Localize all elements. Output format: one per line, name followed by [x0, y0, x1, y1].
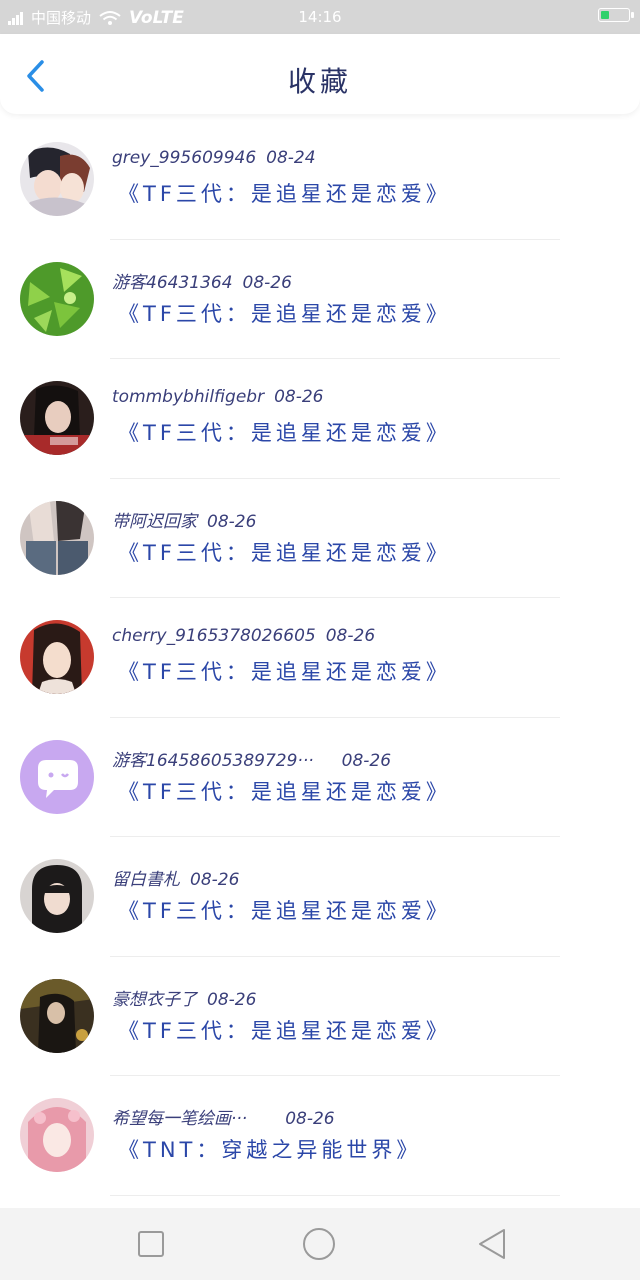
- nav-back-button[interactable]: [474, 1226, 510, 1262]
- book-title[interactable]: 《TNT：穿越之异能世界》: [118, 1134, 421, 1164]
- book-title[interactable]: 《TF三代：是追星还是恋爱》: [118, 776, 451, 806]
- item-date: 08-26: [207, 511, 257, 532]
- avatar[interactable]: [20, 620, 94, 694]
- avatar[interactable]: [20, 978, 94, 1053]
- user-name: 留白書札: [112, 870, 180, 890]
- circle-icon: [303, 1228, 335, 1260]
- header: 收藏: [0, 34, 640, 114]
- book-title[interactable]: 《TF三代：是追星还是恋爱》: [118, 298, 451, 328]
- list-item[interactable]: 游客46431364 08-26 《TF三代：是追星还是恋爱》: [0, 240, 640, 359]
- avatar[interactable]: [20, 381, 94, 455]
- book-title[interactable]: 《TF三代：是追星还是恋爱》: [118, 1015, 451, 1045]
- list-item[interactable]: grey_995609946 08-24 《TF三代：是追星还是恋爱》: [0, 120, 640, 240]
- recent-apps-button[interactable]: [133, 1226, 169, 1262]
- favorites-list: grey_995609946 08-24 《TF三代：是追星还是恋爱》 游客464…: [0, 120, 640, 1196]
- item-meta: 游客46431364 08-26: [112, 268, 292, 293]
- user-name: 游客16458605389729···: [112, 750, 314, 771]
- user-name: cherry_9165378026605: [112, 626, 316, 646]
- book-title[interactable]: 《TF三代：是追星还是恋爱》: [118, 895, 451, 925]
- item-date: 08-26: [285, 1109, 335, 1129]
- item-meta: 带阿迟回家 08-26: [112, 507, 256, 532]
- user-name: tommbybhilfigebr: [112, 387, 265, 407]
- list-item[interactable]: 豪想衣子了 08-26 《TF三代：是追星还是恋爱》: [0, 957, 640, 1076]
- item-date: 08-26: [190, 870, 240, 890]
- user-name: 游客46431364: [112, 272, 233, 293]
- item-meta: 豪想衣子了 08-26: [112, 985, 256, 1010]
- list-item[interactable]: tommbybhilfigebr 08-26 《TF三代：是追星还是恋爱》: [0, 359, 640, 479]
- list-item[interactable]: 希望每一笔绘画··· 08-26 《TNT：穿越之异能世界》: [0, 1076, 640, 1196]
- list-item[interactable]: 游客16458605389729··· 08-26 《TF三代：是追星还是恋爱》: [0, 718, 640, 837]
- avatar[interactable]: [20, 142, 94, 216]
- item-date: 08-26: [274, 387, 324, 407]
- avatar[interactable]: [20, 1098, 94, 1172]
- item-date: 08-26: [341, 750, 392, 771]
- avatar[interactable]: [20, 500, 94, 575]
- battery-icon: [598, 8, 634, 22]
- list-item[interactable]: 带阿迟回家 08-26 《TF三代：是追星还是恋爱》: [0, 479, 640, 598]
- list-item[interactable]: cherry_9165378026605 08-26 《TF三代：是追星还是恋爱》: [0, 598, 640, 718]
- divider: [110, 1194, 560, 1196]
- user-name: 带阿迟回家: [112, 511, 197, 532]
- item-date: 08-26: [207, 989, 257, 1010]
- status-bar: 中国移动 VoLTE 14:16: [0, 0, 640, 34]
- status-time: 14:16: [298, 8, 342, 26]
- book-title[interactable]: 《TF三代：是追星还是恋爱》: [118, 178, 451, 208]
- user-name: 希望每一笔绘画···: [112, 1109, 248, 1129]
- item-date: 08-26: [242, 272, 292, 293]
- item-meta: 游客16458605389729··· 08-26: [112, 746, 391, 771]
- item-meta: 留白書札 08-26: [112, 865, 239, 890]
- book-title[interactable]: 《TF三代：是追星还是恋爱》: [118, 537, 451, 567]
- item-date: 08-24: [266, 148, 316, 168]
- page-title: 收藏: [287, 65, 352, 98]
- avatar[interactable]: [20, 261, 94, 336]
- list-item[interactable]: 留白書札 08-26 《TF三代：是追星还是恋爱》: [0, 837, 640, 957]
- item-date: 08-26: [325, 626, 376, 646]
- item-meta: 希望每一笔绘画··· 08-26: [112, 1104, 335, 1129]
- book-title[interactable]: 《TF三代：是追星还是恋爱》: [118, 417, 451, 447]
- item-meta: grey_995609946 08-24: [112, 148, 316, 168]
- square-icon: [138, 1231, 164, 1257]
- system-nav-bar: [0, 1208, 640, 1280]
- avatar[interactable]: [20, 859, 94, 933]
- triangle-back-icon: [479, 1229, 505, 1259]
- book-title[interactable]: 《TF三代：是追星还是恋爱》: [118, 656, 451, 686]
- item-meta: cherry_9165378026605 08-26: [112, 626, 375, 646]
- avatar[interactable]: [20, 739, 94, 814]
- user-name: 豪想衣子了: [112, 989, 197, 1010]
- home-button[interactable]: [301, 1226, 337, 1262]
- user-name: grey_995609946: [112, 148, 257, 168]
- item-meta: tommbybhilfigebr 08-26: [112, 387, 323, 407]
